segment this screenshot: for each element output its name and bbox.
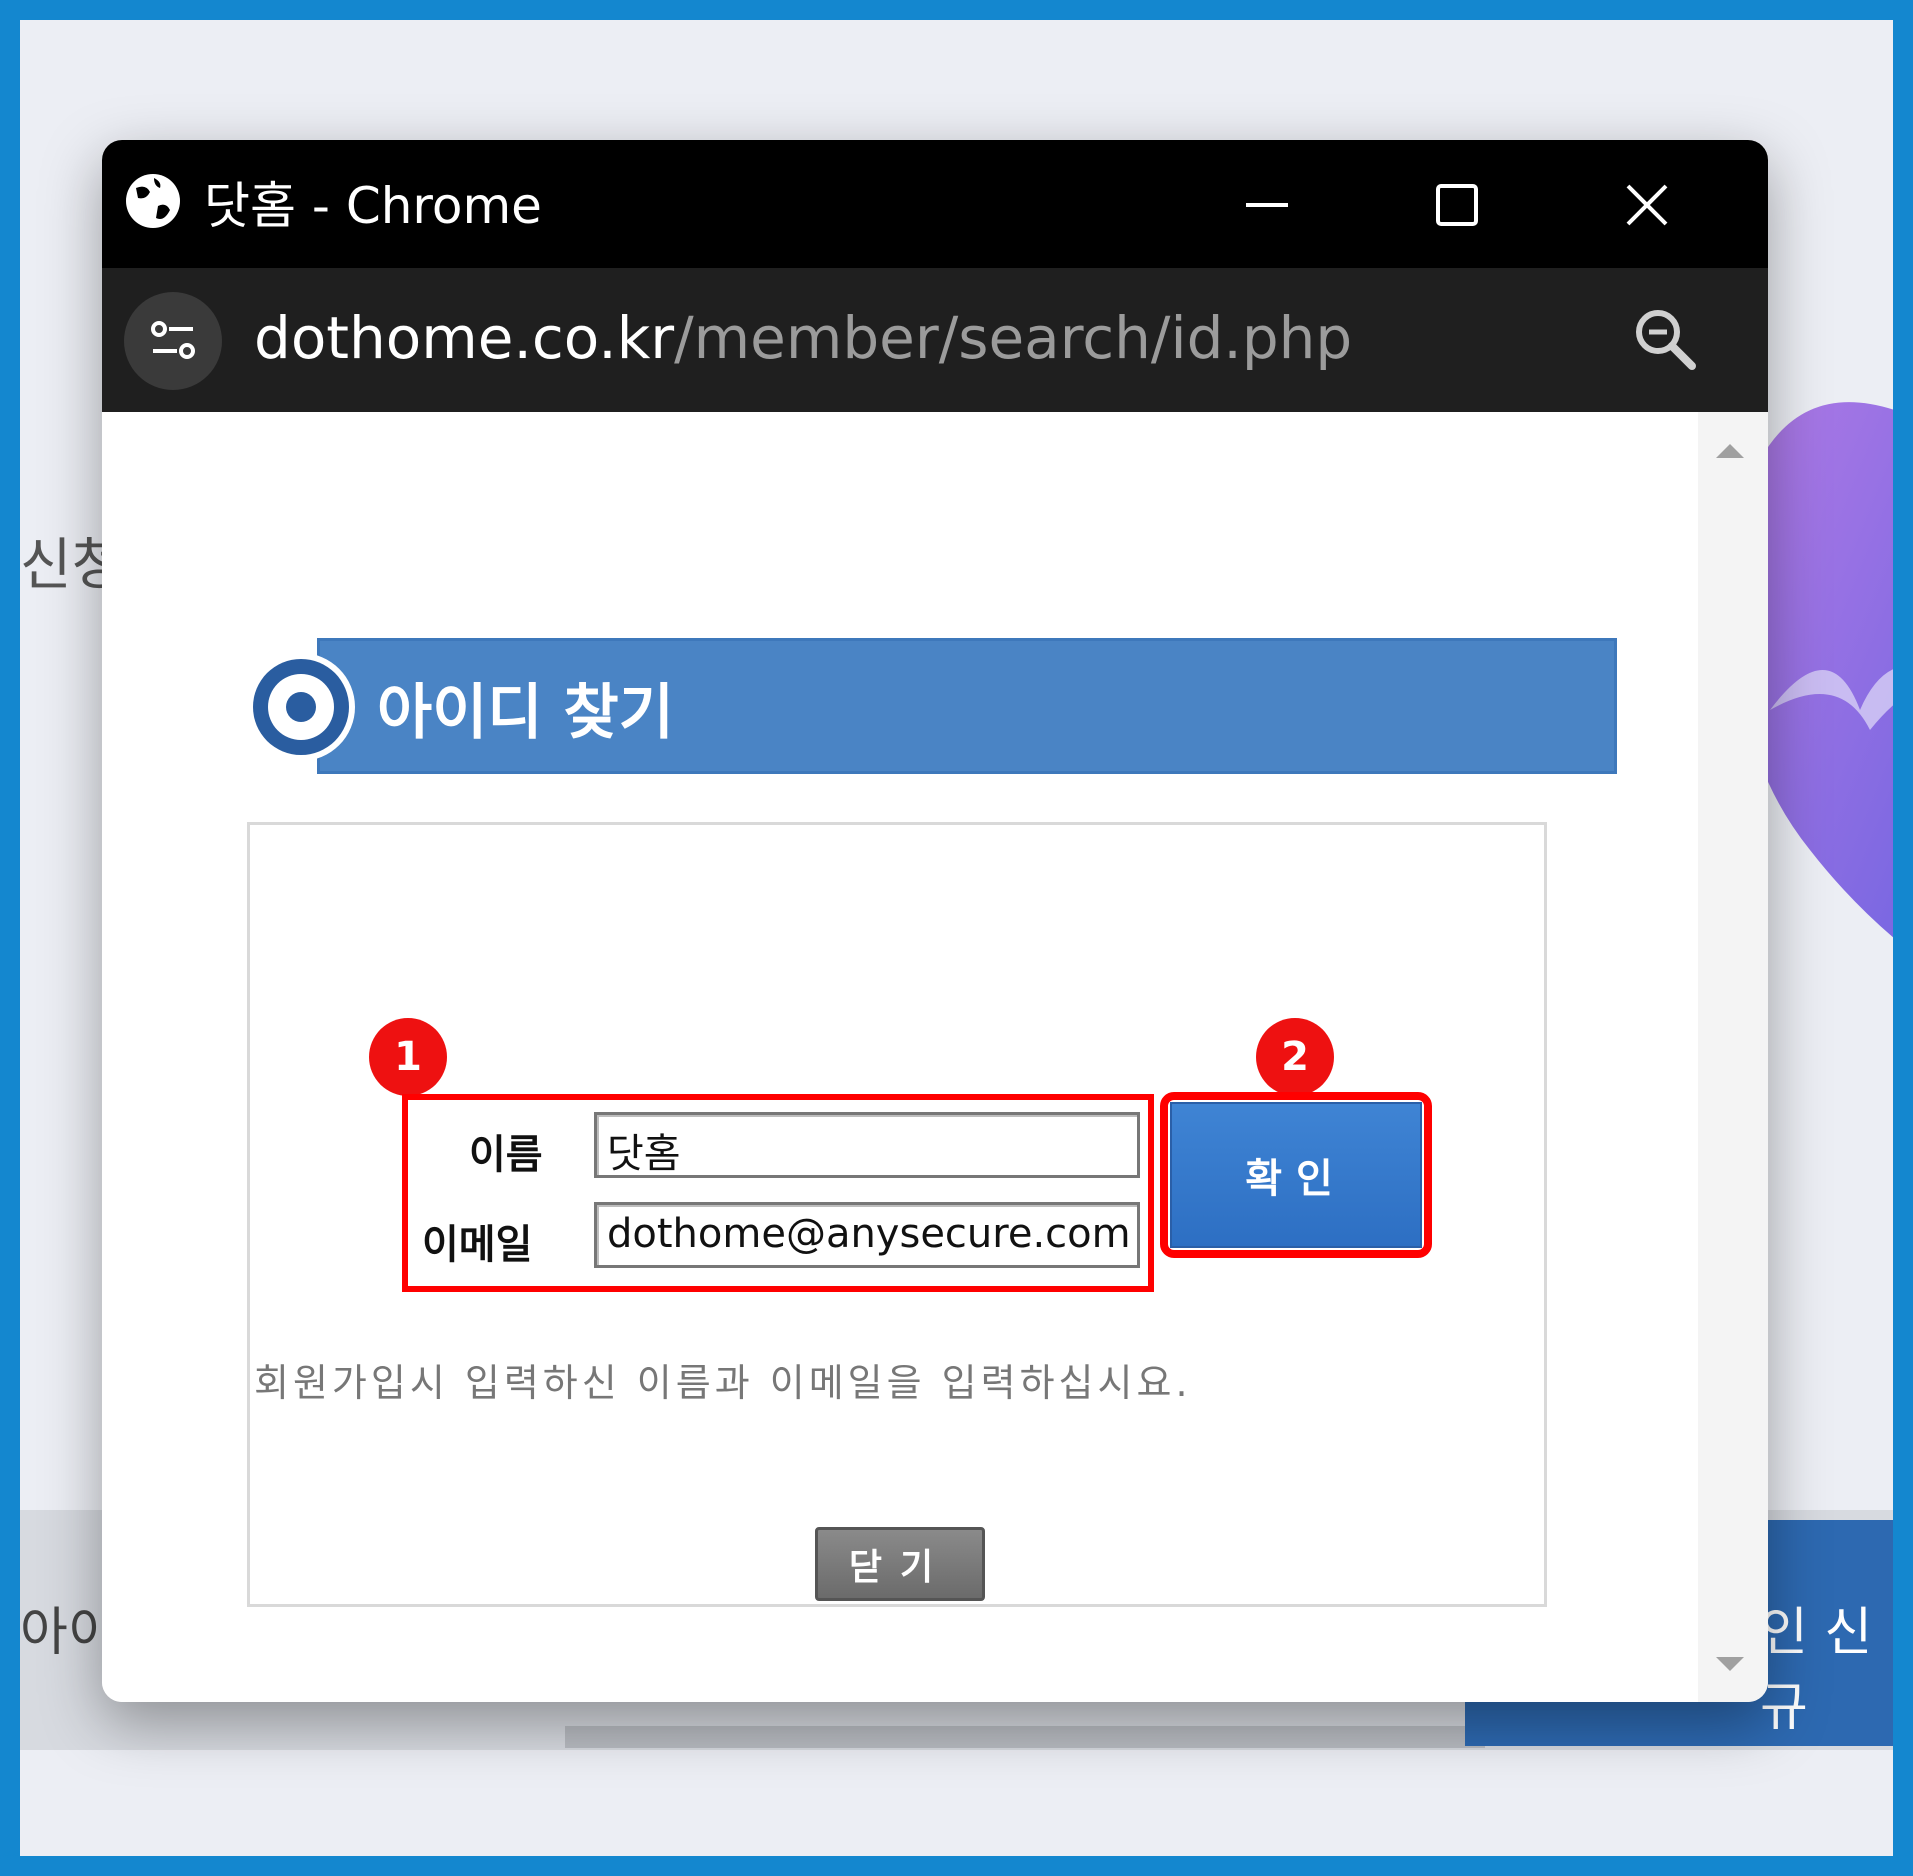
maximize-button[interactable]: [1412, 160, 1502, 250]
minimize-button[interactable]: [1222, 160, 1312, 250]
site-info-icon: [151, 321, 195, 359]
email-label: 이메일: [422, 1222, 533, 1268]
close-window-button[interactable]: [1602, 160, 1692, 250]
step-badge-1: 1: [369, 1018, 447, 1096]
step-badge-2: 2: [1256, 1018, 1334, 1096]
email-input[interactable]: dothome@anysecure.com: [594, 1202, 1140, 1268]
address-bar: dothome.co.kr/member/search/id.php: [102, 268, 1768, 412]
instruction-text: 회원가입시 입력하신 이름과 이메일을 입력하십시요.: [254, 1361, 1192, 1405]
background-scroll-strip: [565, 1726, 1485, 1748]
window-titlebar: 닷홈 - Chrome: [102, 140, 1768, 268]
scroll-down-arrow-icon[interactable]: [1716, 1657, 1744, 1671]
page-content: 아이디 찾기 1 2 이름 닷홈 이메일 dothome@anysecure.c…: [102, 412, 1698, 1702]
globe-icon: [126, 174, 180, 228]
maximize-icon: [1436, 184, 1478, 226]
close-icon: [1626, 184, 1668, 226]
scroll-up-arrow-icon[interactable]: [1716, 444, 1744, 458]
background-blue-panel-text: 인 신규: [1760, 1603, 1873, 1738]
confirm-button[interactable]: 확인: [1170, 1102, 1422, 1248]
minimize-icon: [1246, 203, 1288, 207]
page-title: 아이디 찾기: [377, 678, 674, 748]
url-host: dothome.co.kr: [254, 304, 675, 372]
site-info-button[interactable]: [124, 292, 222, 390]
chrome-popup-window: 닷홈 - Chrome dothome.co.kr/member/search/…: [102, 140, 1768, 1702]
url-path: /member/search/id.php: [674, 304, 1353, 372]
close-button[interactable]: 닫기: [815, 1527, 985, 1601]
url-display[interactable]: dothome.co.kr/member/search/id.php: [254, 304, 1352, 372]
window-title: 닷홈 - Chrome: [204, 177, 542, 235]
name-label: 이름: [469, 1132, 543, 1178]
vertical-scrollbar[interactable]: [1698, 412, 1768, 1702]
target-icon: [247, 653, 355, 761]
name-input[interactable]: 닷홈: [594, 1112, 1140, 1178]
zoom-icon[interactable]: [1632, 306, 1698, 372]
